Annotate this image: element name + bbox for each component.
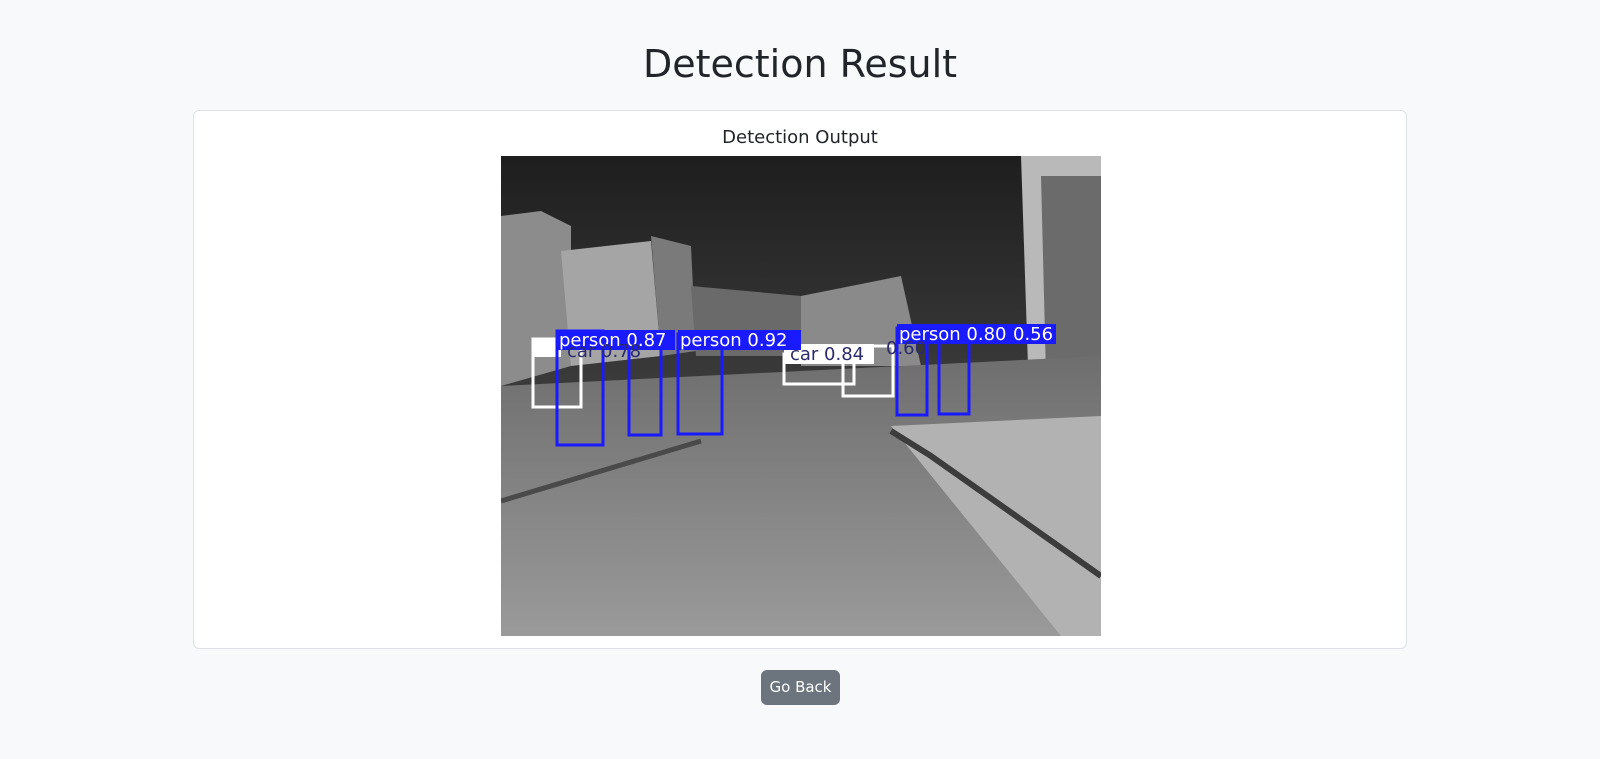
page-title: Detection Result: [642, 42, 958, 86]
go-back-button[interactable]: Go Back: [761, 670, 840, 705]
detection-label: person 0.92: [680, 330, 788, 351]
detection-output-image: person 0.87 person 0.92 person 0.80 0.56…: [501, 156, 1101, 636]
card-title: Detection Output: [722, 127, 878, 148]
detection-label: car 0.84: [790, 344, 864, 365]
detection-output-card: Detection Output person 0.87 person 0.92…: [193, 110, 1407, 649]
left-building: [501, 211, 571, 386]
detection-label: car 0.78: [567, 341, 641, 362]
detection-result-page: Detection Result Detection Output person…: [0, 0, 1600, 759]
detection-label: 0.56: [1013, 324, 1053, 345]
detection-label: 0.60: [886, 338, 926, 359]
arch-window: [1041, 176, 1101, 376]
